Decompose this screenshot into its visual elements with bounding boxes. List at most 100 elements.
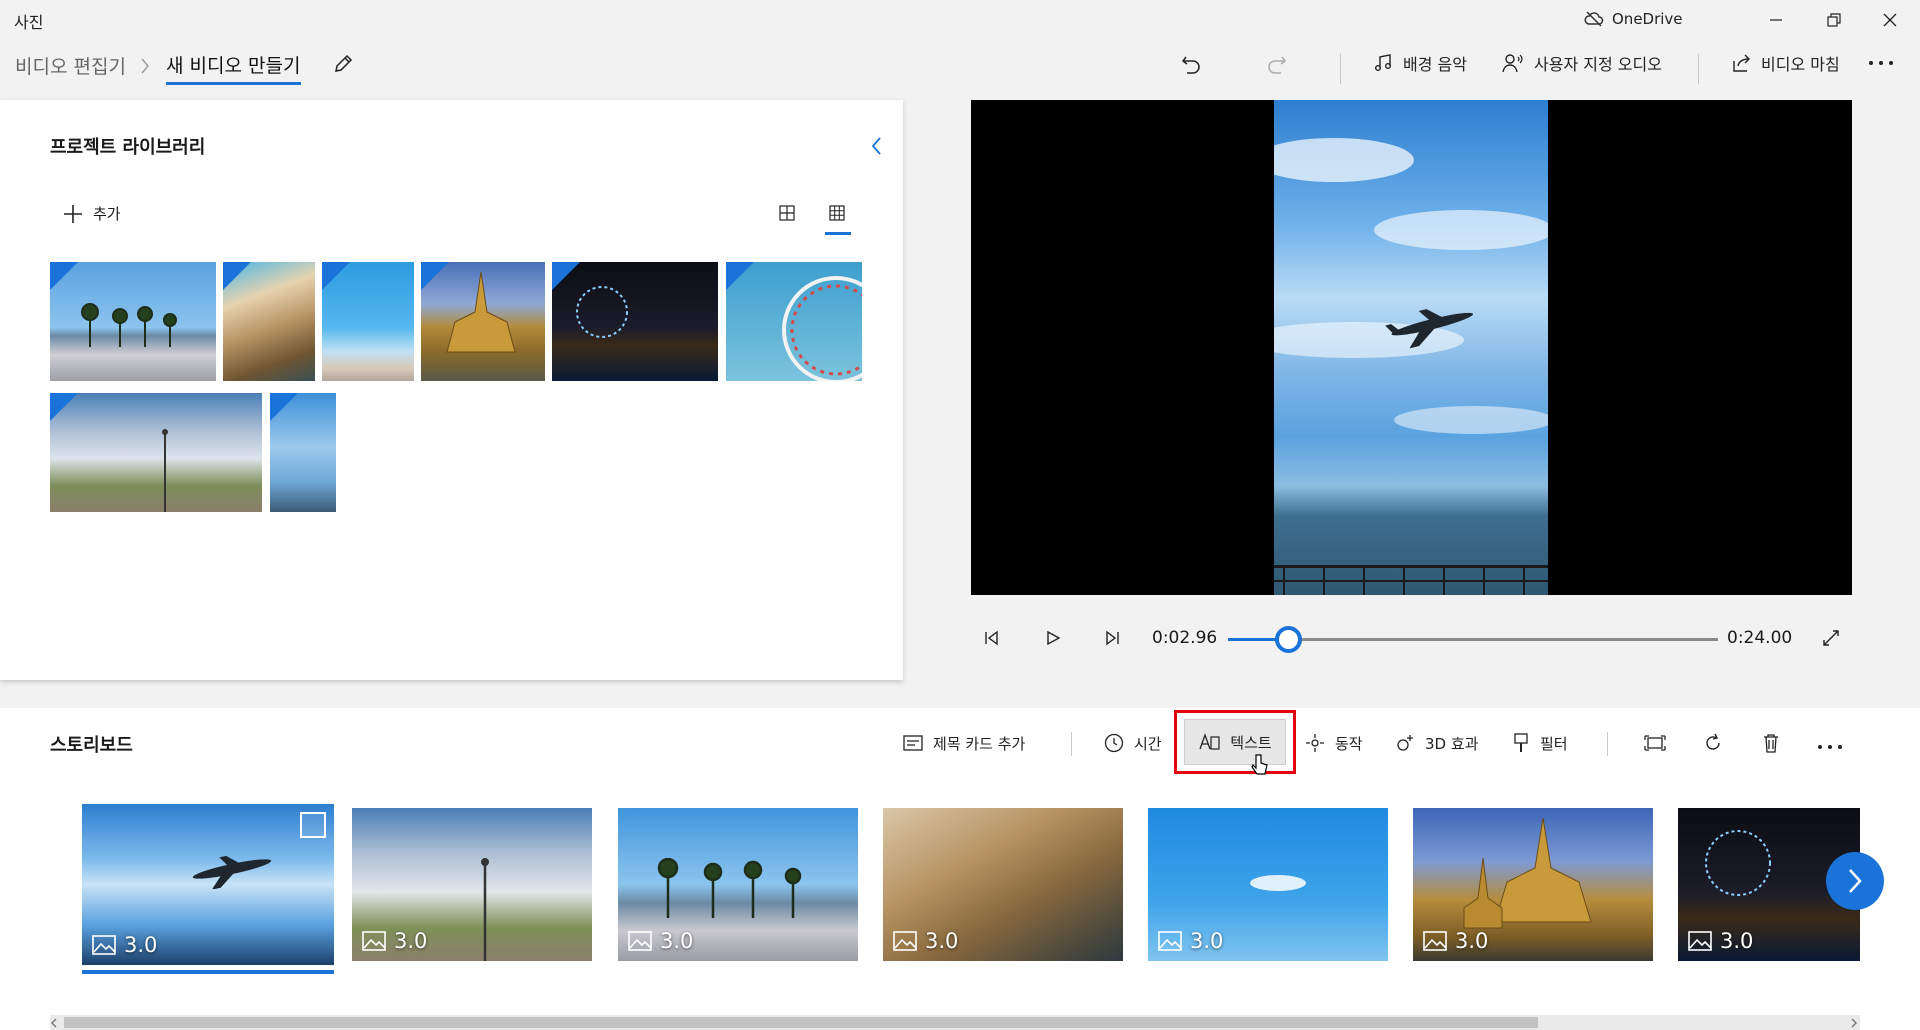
delete-icon[interactable]: [1762, 733, 1780, 753]
previous-frame-icon[interactable]: [984, 630, 1000, 646]
3d-effects-button[interactable]: 3D 효과: [1395, 723, 1478, 763]
breadcrumb-parent[interactable]: 비디오 편집기: [15, 52, 126, 79]
custom-audio-label: 사용자 지정 오디오: [1534, 55, 1662, 74]
current-time: 0:02.96: [1152, 628, 1218, 648]
next-frame-icon[interactable]: [1104, 630, 1120, 646]
chevron-right-icon: [1847, 868, 1863, 894]
video-preview[interactable]: [971, 100, 1852, 595]
clock-icon: [1104, 733, 1124, 753]
library-photo-street-lamp[interactable]: [50, 393, 262, 512]
person-voice-icon: [1502, 53, 1524, 73]
duration-text: 3.0: [394, 929, 428, 953]
background-music-button[interactable]: 배경 음악: [1373, 43, 1467, 83]
image-icon: [92, 935, 116, 955]
rotate-icon[interactable]: [1703, 733, 1723, 753]
breadcrumb-underline: [166, 82, 301, 85]
library-photo-cliff-town[interactable]: [223, 262, 315, 381]
large-grid-view-icon[interactable]: [779, 205, 795, 221]
seek-thumb[interactable]: [1275, 626, 1303, 653]
storyboard-scrollbar[interactable]: [50, 1015, 1860, 1030]
collapse-chevron-icon[interactable]: [870, 136, 882, 156]
storyboard-card[interactable]: 3.0: [618, 808, 858, 961]
image-icon: [1158, 931, 1182, 951]
duration-button[interactable]: 시간: [1104, 723, 1162, 763]
scroll-right-icon[interactable]: [1850, 1018, 1858, 1028]
storyboard-card[interactable]: 3.0: [1413, 808, 1653, 961]
scroll-left-icon[interactable]: [50, 1018, 58, 1028]
undo-icon[interactable]: [1180, 53, 1202, 75]
library-photo-ferris-wheel[interactable]: [726, 262, 862, 381]
duration-text: 3.0: [660, 929, 694, 953]
duration-badge: 3.0: [1158, 929, 1223, 953]
duration-badge: 3.0: [628, 929, 693, 953]
player-controls: 0:02.96 0:24.00: [0, 620, 1920, 660]
library-photo-blue-sky[interactable]: [322, 262, 414, 381]
redo-icon[interactable]: [1266, 53, 1288, 75]
storyboard-card[interactable]: 3.0: [1148, 808, 1388, 961]
onedrive-status[interactable]: OneDrive: [1584, 10, 1683, 28]
minimize-button[interactable]: [1768, 12, 1784, 28]
finish-video-label: 비디오 마침: [1761, 55, 1840, 74]
select-checkbox[interactable]: [300, 812, 326, 838]
image-icon: [1423, 931, 1447, 951]
library-photo-night-fair[interactable]: [552, 262, 718, 381]
storyboard-card[interactable]: 3.0: [82, 804, 334, 965]
plus-icon: [63, 204, 83, 224]
duration-text: 3.0: [925, 929, 959, 953]
motion-label: 동작: [1335, 734, 1363, 753]
restore-button[interactable]: [1826, 12, 1842, 28]
duration-badge: 3.0: [1688, 929, 1753, 953]
duration-badge: 3.0: [362, 929, 427, 953]
seek-track[interactable]: [1228, 626, 1718, 653]
fullscreen-icon[interactable]: [1822, 629, 1840, 647]
small-grid-view-icon[interactable]: [829, 205, 845, 221]
selected-card-indicator: [82, 970, 334, 974]
play-icon[interactable]: [1045, 630, 1061, 646]
library-photo-airplane[interactable]: [270, 393, 336, 512]
onedrive-label: OneDrive: [1612, 10, 1683, 28]
close-button[interactable]: [1882, 12, 1898, 28]
total-time: 0:24.00: [1727, 628, 1793, 648]
add-media-button[interactable]: 추가: [63, 203, 121, 224]
title-bar: 사진 OneDrive: [0, 0, 1920, 40]
text-label: 텍스트: [1230, 733, 1272, 752]
app-title: 사진: [14, 13, 44, 32]
preview-frame-airplane-sky: [1274, 100, 1548, 595]
more-options-icon[interactable]: [1868, 60, 1894, 66]
storyboard-card[interactable]: 3.0: [352, 808, 592, 961]
library-photo-temple[interactable]: [421, 262, 545, 381]
rename-pencil-icon[interactable]: [332, 53, 354, 75]
motion-button[interactable]: 동작: [1305, 723, 1363, 763]
scroll-next-button[interactable]: [1826, 852, 1884, 910]
image-icon: [1688, 931, 1712, 951]
image-icon: [893, 931, 917, 951]
view-selected-indicator: [825, 232, 851, 235]
breadcrumb-current: 새 비디오 만들기: [166, 55, 301, 77]
storyboard-card[interactable]: 3.0: [883, 808, 1123, 961]
library-photo-palm-beach[interactable]: [50, 262, 216, 381]
motion-icon: [1305, 733, 1325, 753]
duration-badge: 3.0: [92, 933, 157, 957]
music-note-icon: [1373, 53, 1393, 73]
resize-icon[interactable]: [1644, 735, 1666, 751]
storyboard-more-icon[interactable]: [1817, 744, 1843, 750]
3d-effects-label: 3D 효과: [1425, 734, 1479, 753]
filters-button[interactable]: 필터: [1512, 723, 1568, 763]
add-title-card-button[interactable]: 제목 카드 추가: [903, 723, 1025, 763]
text-button[interactable]: 텍스트: [1184, 719, 1286, 765]
chevron-right-icon: [140, 57, 150, 75]
scrollbar-thumb[interactable]: [64, 1017, 1538, 1028]
finish-video-button[interactable]: 비디오 마침: [1731, 43, 1840, 83]
custom-audio-button[interactable]: 사용자 지정 오디오: [1502, 43, 1662, 83]
cloud-off-icon: [1584, 11, 1604, 27]
project-library-panel: 프로젝트 라이브러리 추가: [0, 100, 903, 680]
mouse-cursor-icon: [1251, 754, 1269, 780]
share-icon: [1731, 53, 1751, 73]
library-title: 프로젝트 라이브러리: [50, 137, 206, 158]
text-tool-icon: [1198, 733, 1220, 751]
duration-text: 3.0: [1455, 929, 1489, 953]
duration-text: 3.0: [124, 933, 158, 957]
sparkle-icon: [1395, 733, 1415, 753]
brush-icon: [1512, 733, 1530, 753]
image-icon: [362, 931, 386, 951]
